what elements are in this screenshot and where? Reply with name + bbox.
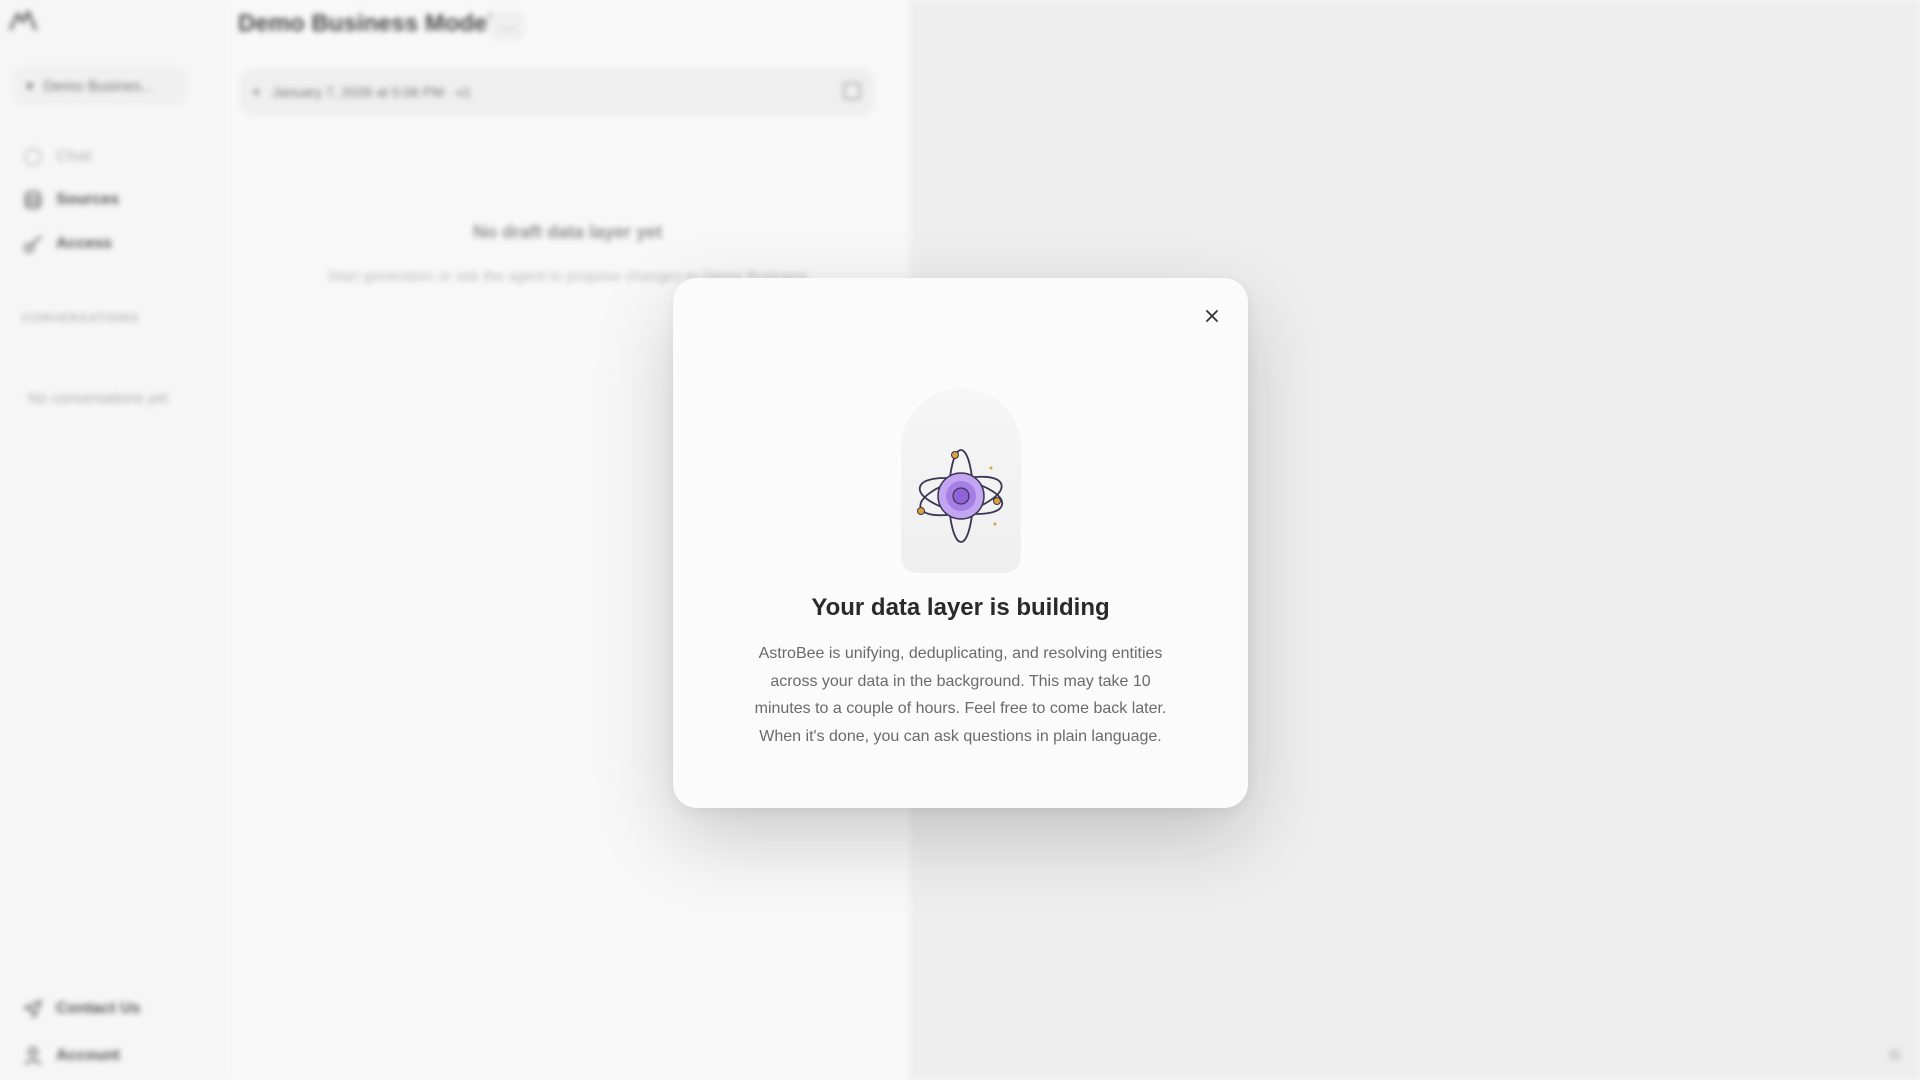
close-button[interactable] (1196, 300, 1228, 332)
atom-icon (917, 449, 1004, 543)
building-dialog: Your data layer is building AstroBee is … (673, 278, 1248, 808)
illustration (901, 388, 1021, 573)
close-icon (1206, 310, 1218, 322)
dialog-body: AstroBee is unifying, deduplicating, and… (754, 645, 1167, 745)
dialog-title: Your data layer is building (811, 594, 1110, 621)
